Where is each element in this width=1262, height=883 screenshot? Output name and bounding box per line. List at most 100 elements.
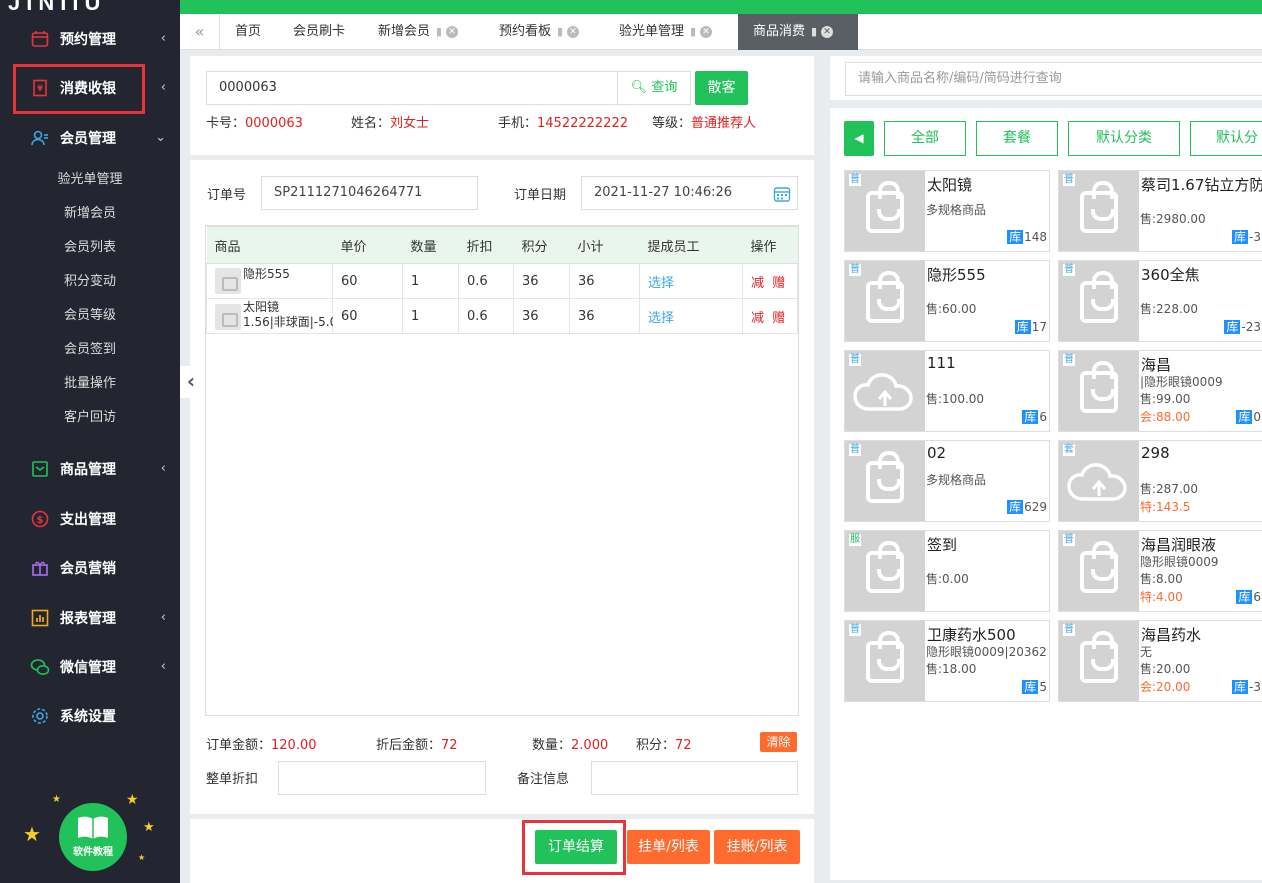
gift-button[interactable]: 赠 [772, 276, 785, 291]
after-label: 折后金额： [376, 738, 442, 753]
search-icon: 🔍︎ [630, 80, 648, 95]
tutorial-button[interactable]: 软件教程 [59, 803, 127, 871]
product-type-badge: 普 [849, 624, 861, 636]
sidebar-sub-points[interactable]: 积分变动 [0, 267, 180, 297]
tab-home[interactable]: 首页 [235, 14, 261, 50]
nav-settings[interactable]: 系统设置 [0, 694, 180, 738]
tabs-back-button[interactable]: « [180, 14, 220, 50]
tab-appointment-board[interactable]: 预约看板 ▮ ✕ [499, 14, 580, 50]
clear-button[interactable]: 清除 [760, 732, 797, 752]
checkout-button[interactable]: 订单结算 [535, 830, 617, 864]
stock-value: 6 [1253, 590, 1261, 604]
calendar-icon[interactable] [773, 184, 791, 216]
nav-products[interactable]: 商品管理 ‹ [0, 447, 180, 491]
tab-add-member[interactable]: 新增会员 ▮ ✕ [378, 14, 459, 50]
close-icon[interactable]: ✕ [446, 26, 459, 38]
col-price: 单价 [332, 226, 403, 264]
product-price: 售:8.00 [1140, 572, 1183, 586]
cell-subtotal: 36 [569, 263, 640, 299]
nav-label: 商品管理 [60, 462, 116, 478]
nav-appointment[interactable]: 预约管理 ‹ [0, 17, 180, 61]
sidebar-sub-level[interactable]: 会员等级 [0, 301, 180, 331]
cell-points: 36 [513, 298, 570, 334]
product-type-badge: 普 [849, 354, 861, 366]
sidebar-sub-batch[interactable]: 批量操作 [0, 369, 180, 399]
reduce-button[interactable]: 减 [751, 311, 764, 326]
cell-discount[interactable]: 0.6 [458, 263, 514, 299]
category-package[interactable]: 套餐 [976, 121, 1058, 156]
product-card[interactable]: 普 蔡司1.67钻立方防 售:2980.00 库 -3 [1058, 170, 1262, 252]
product-search-input[interactable]: 请输入商品名称/编码/简码进行查询 [845, 62, 1262, 96]
product-stock: 库5 [1022, 678, 1047, 695]
credit-order-button[interactable]: 挂账/列表 [714, 830, 800, 864]
sidebar-sub-member-list[interactable]: 会员列表 [0, 233, 180, 263]
cell-discount[interactable]: 0.6 [458, 298, 514, 334]
sidebar-sub-optometry[interactable]: 验光单管理 [0, 165, 180, 195]
pin-icon[interactable]: ▮ [557, 25, 563, 38]
col-points: 积分 [513, 226, 570, 264]
product-card[interactable]: 普 太阳镜 多规格商品库 148 [844, 170, 1050, 252]
close-icon[interactable]: ✕ [567, 26, 580, 38]
close-icon[interactable]: ✕ [700, 26, 713, 38]
product-card[interactable]: 普 海昌 |隐形眼镜0009 售:99.00 会:88.00 库 0 [1058, 350, 1262, 432]
tab-card[interactable]: 会员刷卡 [293, 14, 345, 50]
nav-members[interactable]: 会员管理 ⌄ [0, 116, 180, 160]
select-staff-link[interactable]: 选择 [639, 263, 743, 299]
category-all[interactable]: 全部 [884, 121, 966, 156]
stock-label: 库 [1007, 500, 1024, 514]
tab-optometry[interactable]: 验光单管理 ▮ ✕ [619, 14, 713, 50]
product-card[interactable]: 普 111 售:100.00 库 6 [844, 350, 1050, 432]
nav-cashier[interactable]: ¥ 消费收银 ‹ [0, 66, 180, 110]
cloud-logo-icon [853, 373, 913, 411]
nav-expense[interactable]: $ 支出管理 [0, 497, 180, 541]
book-icon [76, 815, 110, 845]
product-name: 海昌药水 [1141, 626, 1202, 644]
select-staff-link[interactable]: 选择 [639, 298, 743, 334]
coin-icon: $ [30, 509, 50, 529]
sidebar-sub-followup[interactable]: 客户回访 [0, 403, 180, 433]
sidebar-sub-add-member[interactable]: 新增会员 [0, 199, 180, 229]
collapse-panel-button[interactable]: ‹ [180, 366, 202, 398]
card-value: 0000063 [245, 116, 303, 131]
sidebar-sub-checkin[interactable]: 会员签到 [0, 335, 180, 365]
product-spec: 多规格商品 [926, 473, 987, 487]
product-card[interactable]: 服 签到 售:0.00 [844, 530, 1050, 612]
hold-order-button[interactable]: 挂单/列表 [627, 830, 710, 864]
gear-icon [30, 706, 50, 726]
product-card[interactable]: 普 02 多规格商品库 629 [844, 440, 1050, 522]
walk-in-button[interactable]: 散客 [695, 71, 748, 105]
category-default[interactable]: 默认分类 [1068, 121, 1180, 156]
product-card[interactable]: 普 隐形555 售:60.00 库 17 [844, 260, 1050, 342]
product-card[interactable]: 套 298 售:287.00 特:143.5 [1058, 440, 1262, 522]
order-no-field[interactable]: SP2111271046264771 [261, 176, 478, 210]
pin-icon[interactable]: ▮ [811, 25, 817, 38]
query-button[interactable]: 🔍︎ 查询 [617, 71, 691, 105]
card-number-input[interactable]: 0000063 [206, 71, 618, 105]
category-prev-button[interactable]: ◀ [844, 121, 874, 156]
cell-qty[interactable]: 1 [402, 298, 459, 334]
nav-marketing[interactable]: 会员营销 [0, 546, 180, 590]
tab-bar: « 首页 会员刷卡 新增会员 ▮ ✕ 预约看板 ▮ ✕ 验光单管理 ▮ ✕ 商品消费 ▮ ✕ [180, 14, 1262, 50]
product-card[interactable]: 普 海昌润眼液 隐形眼镜0009 售:8.00 特:4.00 库 6 [1058, 530, 1262, 612]
pin-icon[interactable]: ▮ [436, 25, 442, 38]
reduce-button[interactable]: 减 [751, 276, 764, 291]
close-icon[interactable]: ✕ [821, 26, 834, 38]
product-card[interactable]: 普 360全焦 售:228.00 库 -23 [1058, 260, 1262, 342]
product-spec: 多规格商品 [926, 203, 987, 217]
order-date-field[interactable]: 2021-11-27 10:46:26 [581, 176, 798, 210]
pin-icon[interactable]: ▮ [690, 25, 696, 38]
category-default-2[interactable]: 默认分 [1190, 121, 1262, 156]
remark-input[interactable] [591, 761, 798, 795]
order-no-label: 订单号 [207, 188, 247, 203]
product-card[interactable]: 普 海昌药水无售:20.00 会:20.00 库 -3 [1058, 620, 1262, 702]
gift-button[interactable]: 赠 [772, 311, 785, 326]
product-card[interactable]: 普 卫康药水500 隐形眼镜0009|20362 售:18.00 库 5 [844, 620, 1050, 702]
nav-reports[interactable]: 报表管理 ‹ [0, 596, 180, 640]
nav-wechat[interactable]: 微信管理 ‹ [0, 645, 180, 689]
level-value: 普通推荐人 [691, 116, 757, 131]
order-qty: 数量：2.000 [532, 734, 608, 753]
tab-product-consume[interactable]: 商品消费 ▮ ✕ [738, 14, 858, 50]
cell-qty[interactable]: 1 [402, 263, 459, 299]
nav-label: 报表管理 [60, 611, 116, 627]
whole-discount-input[interactable] [278, 761, 486, 795]
